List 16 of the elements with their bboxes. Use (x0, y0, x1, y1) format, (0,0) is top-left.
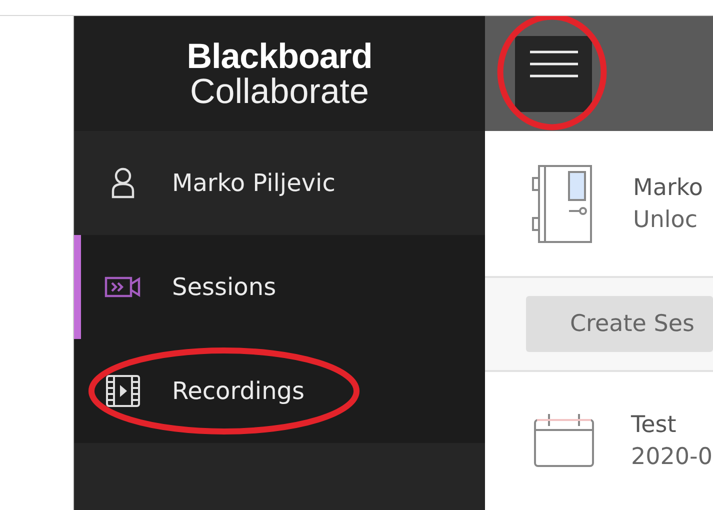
sidebar-item[interactable]: Sessions (74, 235, 485, 339)
menu-icon (528, 50, 578, 78)
session-title: Test (631, 412, 678, 438)
logo-title: Blackboard (186, 38, 372, 74)
room-status: Unloc (633, 206, 699, 232)
session-date: 2020-0 (631, 444, 712, 470)
sidebar-item[interactable]: Recordings (74, 339, 485, 443)
video-camera-icon (104, 275, 142, 299)
film-icon (105, 374, 141, 408)
logo-subtitle: Collaborate (190, 74, 369, 108)
user-icon (110, 167, 136, 199)
create-session-button[interactable]: Create Ses (526, 296, 713, 352)
calendar-icon (533, 412, 595, 468)
door-icon (531, 164, 593, 244)
room-title: Marko (633, 174, 703, 200)
menu-button[interactable] (515, 36, 592, 112)
